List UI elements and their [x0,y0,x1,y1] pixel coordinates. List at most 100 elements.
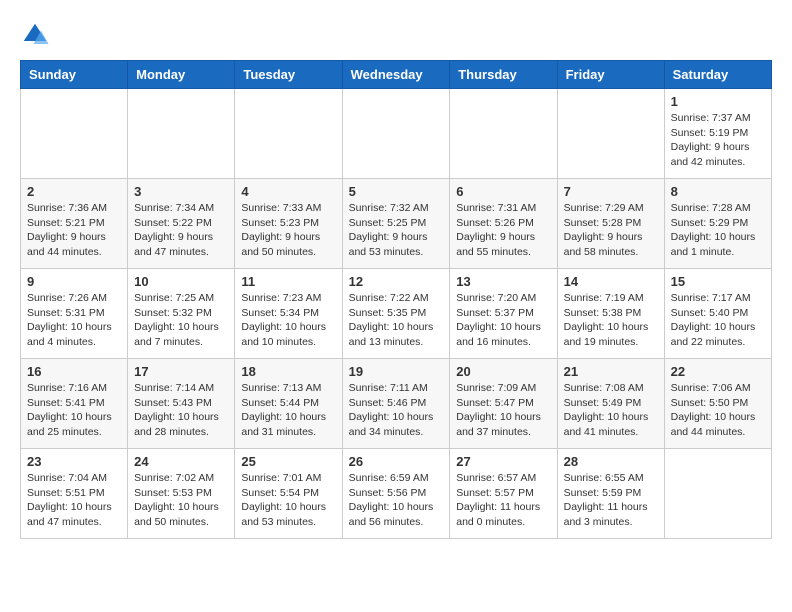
day-info: Sunrise: 7:22 AM Sunset: 5:35 PM Dayligh… [349,291,444,350]
day-info: Sunrise: 7:14 AM Sunset: 5:43 PM Dayligh… [134,381,228,440]
calendar-cell [450,89,557,179]
calendar-cell [342,89,450,179]
day-number: 18 [241,364,335,379]
calendar-cell: 10 Sunrise: 7:25 AM Sunset: 5:32 PM Dayli… [128,269,235,359]
calendar-cell: 28 Sunrise: 6:55 AM Sunset: 5:59 PM Dayli… [557,449,664,539]
day-number: 15 [671,274,765,289]
weekday-header: Thursday [450,61,557,89]
day-info: Sunrise: 7:02 AM Sunset: 5:53 PM Dayligh… [134,471,228,530]
day-info: Sunrise: 7:36 AM Sunset: 5:21 PM Dayligh… [27,201,121,260]
weekday-header: Saturday [664,61,771,89]
day-number: 1 [671,94,765,109]
calendar: SundayMondayTuesdayWednesdayThursdayFrid… [20,60,772,539]
day-number: 12 [349,274,444,289]
day-info: Sunrise: 7:28 AM Sunset: 5:29 PM Dayligh… [671,201,765,260]
day-info: Sunrise: 7:06 AM Sunset: 5:50 PM Dayligh… [671,381,765,440]
day-info: Sunrise: 6:59 AM Sunset: 5:56 PM Dayligh… [349,471,444,530]
day-number: 6 [456,184,550,199]
calendar-week-row: 9 Sunrise: 7:26 AM Sunset: 5:31 PM Daylig… [21,269,772,359]
calendar-cell: 4 Sunrise: 7:33 AM Sunset: 5:23 PM Daylig… [235,179,342,269]
calendar-week-row: 2 Sunrise: 7:36 AM Sunset: 5:21 PM Daylig… [21,179,772,269]
day-info: Sunrise: 7:11 AM Sunset: 5:46 PM Dayligh… [349,381,444,440]
calendar-cell: 17Sunrise: 7:14 AM Sunset: 5:43 PM Dayli… [128,359,235,449]
day-number: 5 [349,184,444,199]
calendar-week-row: 23 Sunrise: 7:04 AM Sunset: 5:51 PM Dayli… [21,449,772,539]
day-number: 23 [27,454,121,469]
calendar-cell: 19 Sunrise: 7:11 AM Sunset: 5:46 PM Dayli… [342,359,450,449]
day-info: Sunrise: 7:33 AM Sunset: 5:23 PM Dayligh… [241,201,335,260]
day-number: 4 [241,184,335,199]
day-info: Sunrise: 7:13 AM Sunset: 5:44 PM Dayligh… [241,381,335,440]
calendar-week-row: 1 Sunrise: 7:37 AM Sunset: 5:19 PM Daylig… [21,89,772,179]
calendar-cell: 18 Sunrise: 7:13 AM Sunset: 5:44 PM Dayli… [235,359,342,449]
day-info: Sunrise: 7:26 AM Sunset: 5:31 PM Dayligh… [27,291,121,350]
day-info: Sunrise: 7:23 AM Sunset: 5:34 PM Dayligh… [241,291,335,350]
day-number: 20 [456,364,550,379]
day-info: Sunrise: 6:57 AM Sunset: 5:57 PM Dayligh… [456,471,550,530]
calendar-cell: 21 Sunrise: 7:08 AM Sunset: 5:49 PM Dayli… [557,359,664,449]
calendar-cell: 26 Sunrise: 6:59 AM Sunset: 5:56 PM Dayli… [342,449,450,539]
calendar-cell: 2 Sunrise: 7:36 AM Sunset: 5:21 PM Daylig… [21,179,128,269]
day-number: 25 [241,454,335,469]
day-info: Sunrise: 7:34 AM Sunset: 5:22 PM Dayligh… [134,201,228,260]
calendar-cell: 3 Sunrise: 7:34 AM Sunset: 5:22 PM Daylig… [128,179,235,269]
day-info: Sunrise: 7:01 AM Sunset: 5:54 PM Dayligh… [241,471,335,530]
day-number: 26 [349,454,444,469]
day-info: Sunrise: 7:04 AM Sunset: 5:51 PM Dayligh… [27,471,121,530]
day-number: 2 [27,184,121,199]
day-info: Sunrise: 7:09 AM Sunset: 5:47 PM Dayligh… [456,381,550,440]
calendar-cell: 14Sunrise: 7:19 AM Sunset: 5:38 PM Dayli… [557,269,664,359]
page-header [20,20,772,50]
day-info: Sunrise: 7:32 AM Sunset: 5:25 PM Dayligh… [349,201,444,260]
day-number: 9 [27,274,121,289]
calendar-cell [664,449,771,539]
calendar-cell: 13 Sunrise: 7:20 AM Sunset: 5:37 PM Dayli… [450,269,557,359]
day-number: 10 [134,274,228,289]
calendar-cell: 15 Sunrise: 7:17 AM Sunset: 5:40 PM Dayli… [664,269,771,359]
calendar-cell: 23 Sunrise: 7:04 AM Sunset: 5:51 PM Dayli… [21,449,128,539]
day-info: Sunrise: 7:08 AM Sunset: 5:49 PM Dayligh… [564,381,658,440]
day-number: 11 [241,274,335,289]
day-info: Sunrise: 7:20 AM Sunset: 5:37 PM Dayligh… [456,291,550,350]
weekday-header: Wednesday [342,61,450,89]
weekday-header: Friday [557,61,664,89]
calendar-cell: 25 Sunrise: 7:01 AM Sunset: 5:54 PM Dayli… [235,449,342,539]
calendar-cell: 7Sunrise: 7:29 AM Sunset: 5:28 PM Daylig… [557,179,664,269]
calendar-cell: 20 Sunrise: 7:09 AM Sunset: 5:47 PM Dayli… [450,359,557,449]
calendar-cell [557,89,664,179]
day-number: 22 [671,364,765,379]
day-number: 16 [27,364,121,379]
calendar-cell: 5 Sunrise: 7:32 AM Sunset: 5:25 PM Daylig… [342,179,450,269]
weekday-header: Sunday [21,61,128,89]
calendar-cell: 8Sunrise: 7:28 AM Sunset: 5:29 PM Daylig… [664,179,771,269]
day-number: 28 [564,454,658,469]
weekday-header: Monday [128,61,235,89]
calendar-cell: 11 Sunrise: 7:23 AM Sunset: 5:34 PM Dayli… [235,269,342,359]
calendar-cell [128,89,235,179]
calendar-week-row: 16Sunrise: 7:16 AM Sunset: 5:41 PM Dayli… [21,359,772,449]
day-number: 24 [134,454,228,469]
logo [20,20,54,50]
weekday-header: Tuesday [235,61,342,89]
day-info: Sunrise: 7:17 AM Sunset: 5:40 PM Dayligh… [671,291,765,350]
day-info: Sunrise: 6:55 AM Sunset: 5:59 PM Dayligh… [564,471,658,530]
logo-icon [20,20,50,50]
calendar-cell: 22 Sunrise: 7:06 AM Sunset: 5:50 PM Dayli… [664,359,771,449]
day-info: Sunrise: 7:31 AM Sunset: 5:26 PM Dayligh… [456,201,550,260]
day-number: 21 [564,364,658,379]
calendar-cell: 1 Sunrise: 7:37 AM Sunset: 5:19 PM Daylig… [664,89,771,179]
calendar-cell [235,89,342,179]
calendar-cell: 16Sunrise: 7:16 AM Sunset: 5:41 PM Dayli… [21,359,128,449]
day-number: 27 [456,454,550,469]
day-number: 13 [456,274,550,289]
calendar-cell: 6 Sunrise: 7:31 AM Sunset: 5:26 PM Daylig… [450,179,557,269]
day-info: Sunrise: 7:25 AM Sunset: 5:32 PM Dayligh… [134,291,228,350]
day-info: Sunrise: 7:29 AM Sunset: 5:28 PM Dayligh… [564,201,658,260]
day-number: 3 [134,184,228,199]
calendar-cell: 27 Sunrise: 6:57 AM Sunset: 5:57 PM Dayli… [450,449,557,539]
day-number: 19 [349,364,444,379]
day-info: Sunrise: 7:37 AM Sunset: 5:19 PM Dayligh… [671,111,765,170]
day-info: Sunrise: 7:19 AM Sunset: 5:38 PM Dayligh… [564,291,658,350]
weekday-header-row: SundayMondayTuesdayWednesdayThursdayFrid… [21,61,772,89]
calendar-cell: 9 Sunrise: 7:26 AM Sunset: 5:31 PM Daylig… [21,269,128,359]
